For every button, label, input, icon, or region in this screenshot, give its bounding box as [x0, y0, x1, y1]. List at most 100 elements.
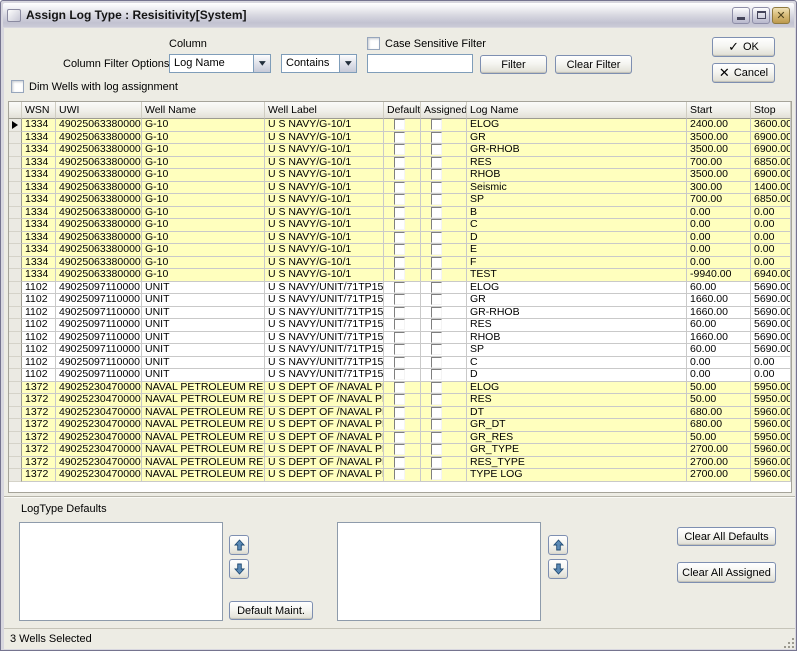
maximize-button[interactable]	[752, 7, 770, 24]
clear-all-assigned-button[interactable]: Clear All Assigned	[677, 562, 776, 583]
table-row[interactable]: 133449025063380000G-10U S NAVY/G-10/1D0.…	[9, 232, 791, 245]
assigned-checkbox[interactable]	[431, 269, 442, 280]
assigned-listbox[interactable]	[337, 522, 541, 621]
table-row[interactable]: 137249025230470000NAVAL PETROLEUM RESU S…	[9, 419, 791, 432]
table-row[interactable]: 133449025063380000G-10U S NAVY/G-10/1E0.…	[9, 244, 791, 257]
row-selector-cell[interactable]	[9, 394, 22, 407]
column-header-well-name[interactable]: Well Name	[142, 102, 265, 119]
defaults-move-down-button[interactable]	[229, 559, 249, 579]
default-checkbox[interactable]	[394, 444, 405, 455]
ok-button[interactable]: ✓ OK	[712, 37, 775, 57]
row-selector-cell[interactable]	[9, 332, 22, 345]
table-row[interactable]: 110249025097110000UNITU S NAVY/UNIT/71TP…	[9, 332, 791, 345]
table-row[interactable]: 137249025230470000NAVAL PETROLEUM RESU S…	[9, 394, 791, 407]
default-checkbox[interactable]	[394, 294, 405, 305]
row-selector-cell[interactable]	[9, 432, 22, 445]
operator-dropdown-button[interactable]: ▼	[339, 55, 356, 72]
table-row[interactable]: 137249025230470000NAVAL PETROLEUM RESU S…	[9, 432, 791, 445]
table-row[interactable]: 137249025230470000NAVAL PETROLEUM RESU S…	[9, 382, 791, 395]
row-selector-cell[interactable]	[9, 282, 22, 295]
table-row[interactable]: 110249025097110000UNITU S NAVY/UNIT/71TP…	[9, 307, 791, 320]
assigned-checkbox[interactable]	[431, 444, 442, 455]
assigned-checkbox[interactable]	[431, 382, 442, 393]
row-selector-cell[interactable]	[9, 169, 22, 182]
table-row[interactable]: 133449025063380000G-10U S NAVY/G-10/1GR-…	[9, 144, 791, 157]
row-selector-cell[interactable]	[9, 444, 22, 457]
assigned-checkbox[interactable]	[431, 119, 442, 130]
assigned-checkbox[interactable]	[431, 394, 442, 405]
assigned-checkbox[interactable]	[431, 157, 442, 168]
assigned-checkbox[interactable]	[431, 294, 442, 305]
row-selector-cell[interactable]	[9, 344, 22, 357]
table-row[interactable]: 110249025097110000UNITU S NAVY/UNIT/71TP…	[9, 344, 791, 357]
row-selector-cell[interactable]	[9, 144, 22, 157]
table-row[interactable]: 137249025230470000NAVAL PETROLEUM RESU S…	[9, 469, 791, 482]
assigned-checkbox[interactable]	[431, 419, 442, 430]
operator-combobox[interactable]: Contains ▼	[281, 54, 357, 73]
default-checkbox[interactable]	[394, 144, 405, 155]
resize-grip-icon[interactable]	[788, 642, 790, 644]
default-checkbox[interactable]	[394, 282, 405, 293]
assigned-move-down-button[interactable]	[548, 559, 568, 579]
table-row[interactable]: 133449025063380000G-10U S NAVY/G-10/1F0.…	[9, 257, 791, 270]
table-row[interactable]: 110249025097110000UNITU S NAVY/UNIT/71TP…	[9, 282, 791, 295]
default-checkbox[interactable]	[394, 432, 405, 443]
assigned-checkbox[interactable]	[431, 332, 442, 343]
title-bar[interactable]: Assign Log Type : Resisitivity[System] ✕	[3, 3, 794, 27]
clear-all-defaults-button[interactable]: Clear All Defaults	[677, 527, 776, 546]
table-row[interactable]: 110249025097110000UNITU S NAVY/UNIT/71TP…	[9, 319, 791, 332]
row-selector-cell[interactable]	[9, 382, 22, 395]
table-row[interactable]: 133449025063380000G-10U S NAVY/G-10/1TES…	[9, 269, 791, 282]
column-header-assigned[interactable]: Assigned	[421, 102, 467, 119]
column-header-log-name[interactable]: Log Name	[467, 102, 687, 119]
table-row[interactable]: 133449025063380000G-10U S NAVY/G-10/1RES…	[9, 157, 791, 170]
row-selector-cell[interactable]	[9, 119, 22, 132]
default-checkbox[interactable]	[394, 244, 405, 255]
assigned-checkbox[interactable]	[431, 232, 442, 243]
default-checkbox[interactable]	[394, 357, 405, 368]
default-checkbox[interactable]	[394, 257, 405, 268]
default-checkbox[interactable]	[394, 457, 405, 468]
row-selector-cell[interactable]	[9, 369, 22, 382]
table-row[interactable]: 133449025063380000G-10U S NAVY/G-10/1SP7…	[9, 194, 791, 207]
default-checkbox[interactable]	[394, 319, 405, 330]
row-selector-cell[interactable]	[9, 244, 22, 257]
row-selector-cell[interactable]	[9, 407, 22, 420]
default-checkbox[interactable]	[394, 382, 405, 393]
assigned-checkbox[interactable]	[431, 407, 442, 418]
table-row[interactable]: 110249025097110000UNITU S NAVY/UNIT/71TP…	[9, 357, 791, 370]
table-row[interactable]: 133449025063380000G-10U S NAVY/G-10/1GR3…	[9, 132, 791, 145]
assigned-checkbox[interactable]	[431, 182, 442, 193]
defaults-move-up-button[interactable]	[229, 535, 249, 555]
column-filter-combobox[interactable]: Log Name ▼	[169, 54, 271, 73]
table-row[interactable]: 110249025097110000UNITU S NAVY/UNIT/71TP…	[9, 369, 791, 382]
default-checkbox[interactable]	[394, 332, 405, 343]
default-checkbox[interactable]	[394, 344, 405, 355]
row-selector-cell[interactable]	[9, 319, 22, 332]
assigned-checkbox[interactable]	[431, 369, 442, 380]
assigned-checkbox[interactable]	[431, 132, 442, 143]
row-selector-cell[interactable]	[9, 307, 22, 320]
row-selector-cell[interactable]	[9, 232, 22, 245]
default-checkbox[interactable]	[394, 132, 405, 143]
assigned-checkbox[interactable]	[431, 319, 442, 330]
row-selector-cell[interactable]	[9, 294, 22, 307]
default-checkbox[interactable]	[394, 182, 405, 193]
defaults-listbox[interactable]	[19, 522, 223, 621]
assigned-checkbox[interactable]	[431, 244, 442, 255]
row-selector-cell[interactable]	[9, 257, 22, 270]
row-selector-cell[interactable]	[9, 469, 22, 482]
assigned-checkbox[interactable]	[431, 457, 442, 468]
filter-button[interactable]: Filter	[480, 55, 547, 74]
default-checkbox[interactable]	[394, 157, 405, 168]
row-selector-cell[interactable]	[9, 182, 22, 195]
assigned-checkbox[interactable]	[431, 194, 442, 205]
default-checkbox[interactable]	[394, 194, 405, 205]
table-row[interactable]: 133449025063380000G-10U S NAVY/G-10/1C0.…	[9, 219, 791, 232]
table-row[interactable]: 137249025230470000NAVAL PETROLEUM RESU S…	[9, 444, 791, 457]
column-header-default[interactable]: Default	[384, 102, 421, 119]
selector-column-header[interactable]	[9, 102, 22, 119]
row-selector-cell[interactable]	[9, 419, 22, 432]
dim-wells-checkbox[interactable]	[11, 80, 24, 93]
table-row[interactable]: 137249025230470000NAVAL PETROLEUM RESU S…	[9, 407, 791, 420]
